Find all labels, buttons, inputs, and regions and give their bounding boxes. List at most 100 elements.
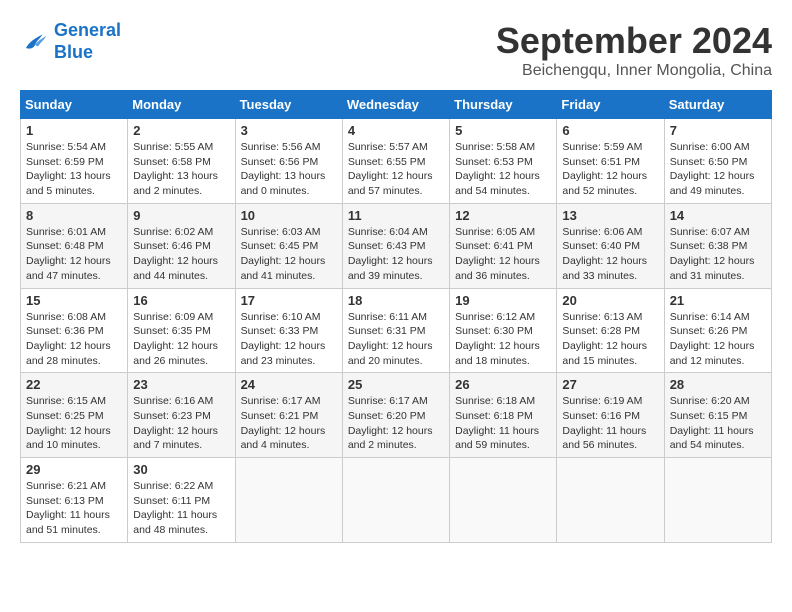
day-number: 17 [241,293,337,308]
calendar-day-cell: 3 Sunrise: 5:56 AM Sunset: 6:56 PM Daylig… [235,119,342,204]
day-info: Sunrise: 6:12 AM Sunset: 6:30 PM Dayligh… [455,310,551,369]
calendar-header-row: SundayMondayTuesdayWednesdayThursdayFrid… [21,91,772,119]
logo-text: General Blue [54,20,121,63]
day-info: Sunrise: 5:55 AM Sunset: 6:58 PM Dayligh… [133,140,229,199]
calendar-day-cell: 6 Sunrise: 5:59 AM Sunset: 6:51 PM Daylig… [557,119,664,204]
calendar-table: SundayMondayTuesdayWednesdayThursdayFrid… [20,90,772,543]
day-number: 6 [562,123,658,138]
day-info: Sunrise: 6:16 AM Sunset: 6:23 PM Dayligh… [133,394,229,453]
weekday-header: Saturday [664,91,771,119]
calendar-week-row: 15 Sunrise: 6:08 AM Sunset: 6:36 PM Dayli… [21,288,772,373]
day-info: Sunrise: 6:06 AM Sunset: 6:40 PM Dayligh… [562,225,658,284]
calendar-day-cell: 8 Sunrise: 6:01 AM Sunset: 6:48 PM Daylig… [21,203,128,288]
calendar-day-cell: 15 Sunrise: 6:08 AM Sunset: 6:36 PM Dayli… [21,288,128,373]
calendar-day-cell: 26 Sunrise: 6:18 AM Sunset: 6:18 PM Dayli… [450,373,557,458]
day-number: 11 [348,208,444,223]
day-number: 19 [455,293,551,308]
day-number: 18 [348,293,444,308]
day-number: 26 [455,377,551,392]
day-info: Sunrise: 5:59 AM Sunset: 6:51 PM Dayligh… [562,140,658,199]
calendar-day-cell: 23Sunrise: 6:16 AM Sunset: 6:23 PM Dayli… [128,373,235,458]
calendar-day-cell [664,458,771,543]
day-number: 3 [241,123,337,138]
day-info: Sunrise: 6:01 AM Sunset: 6:48 PM Dayligh… [26,225,122,284]
page-header: General Blue September 2024 Beichengqu, … [20,20,772,80]
calendar-day-cell: 11 Sunrise: 6:04 AM Sunset: 6:43 PM Dayli… [342,203,449,288]
month-title: September 2024 [496,20,772,62]
day-info: Sunrise: 6:15 AM Sunset: 6:25 PM Dayligh… [26,394,122,453]
day-info: Sunrise: 6:08 AM Sunset: 6:36 PM Dayligh… [26,310,122,369]
day-info: Sunrise: 6:21 AM Sunset: 6:13 PM Dayligh… [26,479,122,538]
calendar-day-cell: 19 Sunrise: 6:12 AM Sunset: 6:30 PM Dayli… [450,288,557,373]
calendar-day-cell: 16Sunrise: 6:09 AM Sunset: 6:35 PM Dayli… [128,288,235,373]
calendar-day-cell: 14Sunrise: 6:07 AM Sunset: 6:38 PM Dayli… [664,203,771,288]
calendar-day-cell: 30 Sunrise: 6:22 AM Sunset: 6:11 PM Dayli… [128,458,235,543]
day-info: Sunrise: 6:19 AM Sunset: 6:16 PM Dayligh… [562,394,658,453]
day-info: Sunrise: 5:58 AM Sunset: 6:53 PM Dayligh… [455,140,551,199]
calendar-day-cell: 10 Sunrise: 6:03 AM Sunset: 6:45 PM Dayli… [235,203,342,288]
calendar-day-cell: 20 Sunrise: 6:13 AM Sunset: 6:28 PM Dayli… [557,288,664,373]
day-info: Sunrise: 6:18 AM Sunset: 6:18 PM Dayligh… [455,394,551,453]
day-number: 29 [26,462,122,477]
calendar-day-cell: 2 Sunrise: 5:55 AM Sunset: 6:58 PM Daylig… [128,119,235,204]
day-number: 2 [133,123,229,138]
day-info: Sunrise: 5:56 AM Sunset: 6:56 PM Dayligh… [241,140,337,199]
day-number: 21 [670,293,766,308]
day-info: Sunrise: 6:14 AM Sunset: 6:26 PM Dayligh… [670,310,766,369]
day-number: 9 [133,208,229,223]
day-number: 13 [562,208,658,223]
day-number: 20 [562,293,658,308]
day-number: 8 [26,208,122,223]
day-number: 15 [26,293,122,308]
calendar-day-cell: 7 Sunrise: 6:00 AM Sunset: 6:50 PM Daylig… [664,119,771,204]
day-number: 5 [455,123,551,138]
day-number: 24 [241,377,337,392]
calendar-day-cell: 12 Sunrise: 6:05 AM Sunset: 6:41 PM Dayli… [450,203,557,288]
calendar-day-cell: 24Sunrise: 6:17 AM Sunset: 6:21 PM Dayli… [235,373,342,458]
calendar-day-cell [342,458,449,543]
calendar-day-cell: 17 Sunrise: 6:10 AM Sunset: 6:33 PM Dayli… [235,288,342,373]
calendar-day-cell: 4 Sunrise: 5:57 AM Sunset: 6:55 PM Daylig… [342,119,449,204]
day-info: Sunrise: 6:11 AM Sunset: 6:31 PM Dayligh… [348,310,444,369]
calendar-day-cell: 9 Sunrise: 6:02 AM Sunset: 6:46 PM Daylig… [128,203,235,288]
day-info: Sunrise: 6:10 AM Sunset: 6:33 PM Dayligh… [241,310,337,369]
weekday-header: Sunday [21,91,128,119]
day-info: Sunrise: 6:20 AM Sunset: 6:15 PM Dayligh… [670,394,766,453]
logo: General Blue [20,20,121,63]
calendar-day-cell: 18 Sunrise: 6:11 AM Sunset: 6:31 PM Dayli… [342,288,449,373]
calendar-day-cell: 1Sunrise: 5:54 AM Sunset: 6:59 PM Daylig… [21,119,128,204]
day-info: Sunrise: 6:00 AM Sunset: 6:50 PM Dayligh… [670,140,766,199]
day-info: Sunrise: 5:57 AM Sunset: 6:55 PM Dayligh… [348,140,444,199]
weekday-header: Wednesday [342,91,449,119]
logo-icon [20,27,50,57]
calendar-week-row: 22Sunrise: 6:15 AM Sunset: 6:25 PM Dayli… [21,373,772,458]
weekday-header: Thursday [450,91,557,119]
day-info: Sunrise: 6:13 AM Sunset: 6:28 PM Dayligh… [562,310,658,369]
day-number: 12 [455,208,551,223]
day-number: 14 [670,208,766,223]
day-info: Sunrise: 6:05 AM Sunset: 6:41 PM Dayligh… [455,225,551,284]
day-number: 10 [241,208,337,223]
day-number: 4 [348,123,444,138]
day-number: 7 [670,123,766,138]
weekday-header: Tuesday [235,91,342,119]
calendar-day-cell: 29 Sunrise: 6:21 AM Sunset: 6:13 PM Dayli… [21,458,128,543]
calendar-week-row: 8 Sunrise: 6:01 AM Sunset: 6:48 PM Daylig… [21,203,772,288]
weekday-header: Friday [557,91,664,119]
day-info: Sunrise: 6:17 AM Sunset: 6:20 PM Dayligh… [348,394,444,453]
calendar-day-cell [450,458,557,543]
day-info: Sunrise: 6:02 AM Sunset: 6:46 PM Dayligh… [133,225,229,284]
calendar-day-cell: 28 Sunrise: 6:20 AM Sunset: 6:15 PM Dayli… [664,373,771,458]
location-subtitle: Beichengqu, Inner Mongolia, China [496,62,772,80]
calendar-day-cell: 5 Sunrise: 5:58 AM Sunset: 6:53 PM Daylig… [450,119,557,204]
day-number: 30 [133,462,229,477]
day-info: Sunrise: 5:54 AM Sunset: 6:59 PM Dayligh… [26,140,122,199]
day-info: Sunrise: 6:03 AM Sunset: 6:45 PM Dayligh… [241,225,337,284]
title-block: September 2024 Beichengqu, Inner Mongoli… [496,20,772,80]
calendar-day-cell: 22Sunrise: 6:15 AM Sunset: 6:25 PM Dayli… [21,373,128,458]
day-info: Sunrise: 6:04 AM Sunset: 6:43 PM Dayligh… [348,225,444,284]
calendar-day-cell [557,458,664,543]
day-info: Sunrise: 6:22 AM Sunset: 6:11 PM Dayligh… [133,479,229,538]
day-number: 28 [670,377,766,392]
calendar-day-cell [235,458,342,543]
